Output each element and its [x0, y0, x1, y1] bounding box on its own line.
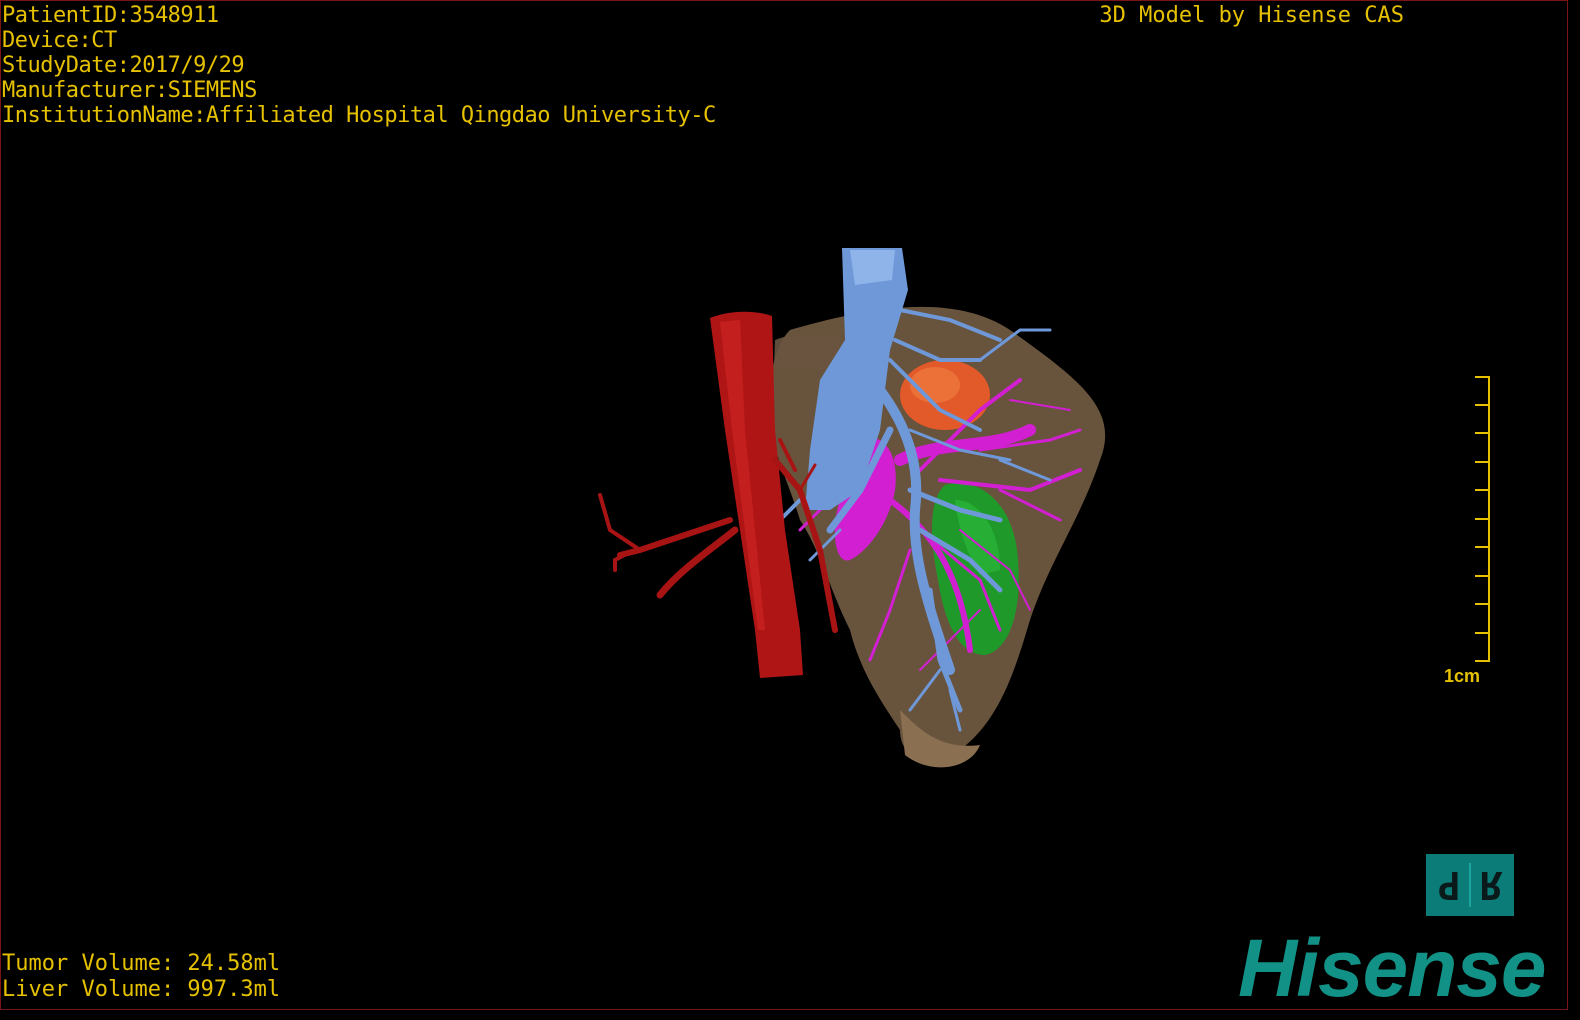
orientation-face-right: R [1469, 863, 1511, 907]
orientation-face-posterior: P [1437, 863, 1461, 907]
scale-label: 1cm [1444, 666, 1481, 686]
scale-bar [1475, 376, 1490, 662]
patient-id: PatientID:3548911 [2, 3, 219, 28]
liver-volume: Liver Volume: 997.3ml [2, 977, 281, 1002]
tumor-volume: Tumor Volume: 24.58ml [2, 951, 281, 976]
device: Device:CT [2, 28, 117, 53]
render-viewport[interactable] [560, 230, 1160, 790]
hisense-logo: Hisense [1238, 923, 1547, 1014]
manufacturer: Manufacturer:SIEMENS [2, 78, 257, 103]
study-date: StudyDate:2017/9/29 [2, 53, 245, 78]
orientation-cube[interactable]: P R [1426, 854, 1514, 916]
model-credit: 3D Model by Hisense CAS [1099, 3, 1404, 28]
institution-name: InstitutionName:Affiliated Hospital Qing… [2, 103, 716, 128]
